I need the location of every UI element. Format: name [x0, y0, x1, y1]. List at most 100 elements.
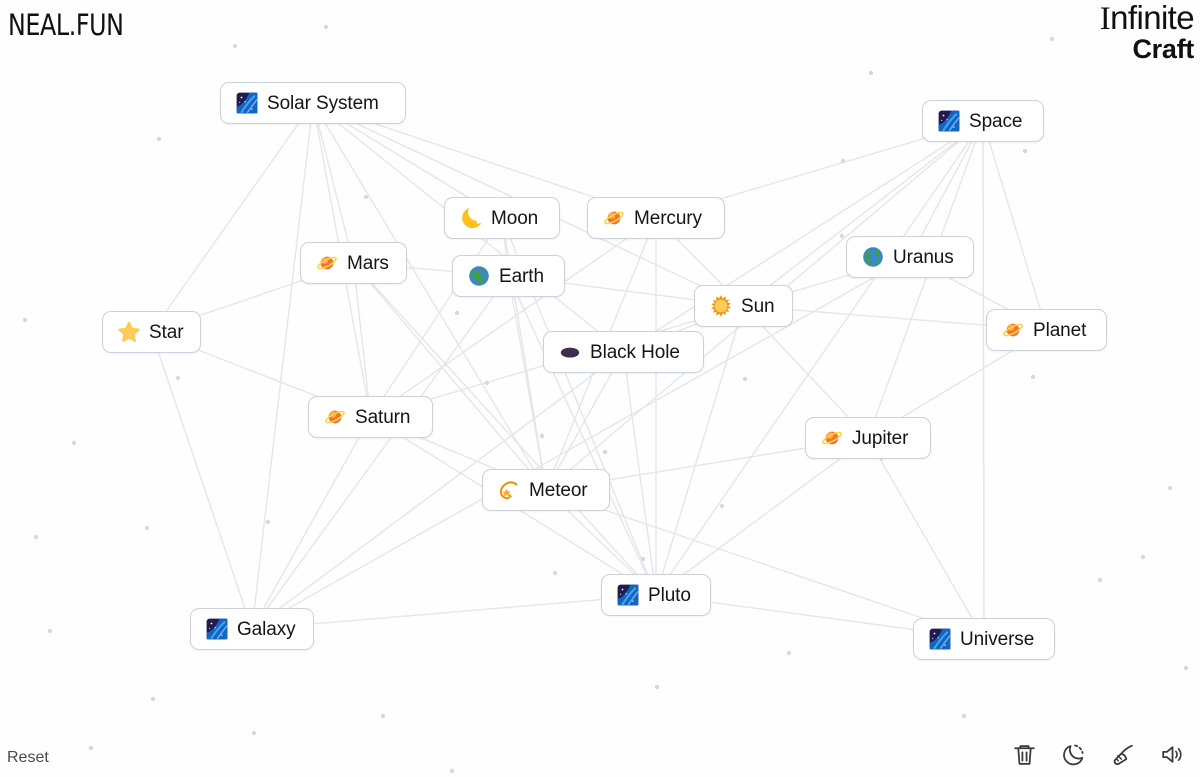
node-pluto[interactable]: Pluto — [601, 574, 711, 616]
trash-icon[interactable] — [1009, 739, 1039, 769]
node-galaxy[interactable]: Galaxy — [190, 608, 314, 650]
background-dot — [552, 570, 558, 576]
infinite-craft-board[interactable]: NEAL.FUN Infinite Craft Solar System Spa… — [0, 0, 1200, 777]
ringed-planet-icon — [325, 410, 345, 424]
background-dot — [840, 158, 846, 164]
link-line — [150, 102, 314, 333]
background-dot — [323, 24, 329, 30]
background-dot — [719, 503, 725, 509]
link-line — [370, 217, 657, 418]
globe-africa-icon — [469, 266, 489, 286]
node-label: Solar System — [267, 92, 379, 114]
globe-americas-icon — [863, 247, 883, 267]
infinite-craft-logo: Infinite Craft — [1099, 0, 1195, 64]
moon-icon[interactable] — [1058, 739, 1088, 769]
background-dot — [265, 519, 271, 525]
background-dot — [33, 534, 39, 540]
background-dot — [602, 449, 608, 455]
node-label: Mercury — [634, 207, 702, 229]
link-line — [545, 489, 985, 640]
link-line — [251, 102, 314, 630]
node-mars[interactable]: Mars — [300, 242, 407, 284]
sun-icon — [711, 295, 731, 317]
background-dot — [1030, 374, 1036, 380]
node-saturn[interactable]: Saturn — [308, 396, 433, 438]
background-dot — [232, 43, 238, 49]
link-line — [867, 120, 984, 439]
node-earth[interactable]: Earth — [452, 255, 565, 297]
node-label: Earth — [499, 265, 544, 287]
background-dot — [961, 713, 967, 719]
node-label: Meteor — [529, 479, 588, 501]
node-mercury[interactable]: Mercury — [587, 197, 725, 239]
background-dot — [22, 317, 28, 323]
hole-icon — [560, 347, 580, 358]
background-dot — [1167, 485, 1173, 491]
node-label: Space — [969, 110, 1023, 132]
background-dot — [1049, 36, 1055, 42]
background-dot — [71, 440, 77, 446]
ringed-planet-icon — [822, 431, 842, 445]
node-planet[interactable]: Planet — [986, 309, 1107, 351]
background-dot — [484, 380, 490, 386]
background-dot — [742, 376, 748, 382]
reset-button[interactable]: Reset — [7, 749, 49, 767]
background-dot — [786, 650, 792, 656]
logo-line-infinite: Infinite — [1099, 0, 1195, 37]
link-line — [982, 120, 985, 640]
node-label: Sun — [741, 295, 775, 317]
node-label: Galaxy — [237, 618, 296, 640]
logo-line-craft: Craft — [1132, 33, 1194, 64]
node-universe[interactable]: Universe — [913, 618, 1055, 660]
ringed-planet-icon — [317, 256, 337, 270]
board-toolbar — [1009, 739, 1186, 769]
node-meteor[interactable]: Meteor — [482, 469, 610, 511]
node-label: Pluto — [648, 584, 691, 606]
milky-way-icon — [938, 110, 960, 132]
link-line — [150, 331, 253, 630]
link-line — [982, 120, 985, 640]
background-dot — [539, 433, 545, 439]
link-line — [312, 102, 355, 264]
link-line — [352, 262, 372, 418]
milky-way-icon — [206, 618, 228, 640]
ringed-planet-icon — [1003, 323, 1023, 337]
background-dot — [454, 310, 460, 316]
logo-serif-i: I — [1099, 1, 1111, 37]
speaker-icon[interactable] — [1156, 739, 1186, 769]
crescent-moon-icon — [462, 208, 482, 229]
background-dot — [251, 730, 257, 736]
node-space[interactable]: Space — [922, 100, 1044, 142]
background-dot — [380, 713, 386, 719]
link-line — [982, 120, 1048, 331]
background-dot — [839, 233, 845, 239]
link-line — [655, 437, 869, 596]
background-dot — [640, 556, 646, 562]
node-black-hole[interactable]: Black Hole — [543, 331, 704, 373]
background-dot — [363, 194, 369, 200]
link-line — [352, 262, 547, 491]
milky-way-icon — [929, 628, 951, 650]
node-moon[interactable]: Moon — [444, 197, 560, 239]
background-dot — [868, 70, 874, 76]
link-line — [251, 416, 372, 630]
background-dot — [1140, 554, 1146, 560]
node-star[interactable]: Star — [102, 311, 201, 353]
node-uranus[interactable]: Uranus — [846, 236, 974, 278]
broom-icon[interactable] — [1107, 739, 1137, 769]
link-line — [743, 120, 984, 307]
dizzy-icon — [499, 481, 518, 500]
link-line — [507, 275, 657, 596]
node-sun[interactable]: Sun — [694, 285, 793, 327]
node-label: Mars — [347, 252, 389, 274]
logo-infinite-rest: nfinite — [1110, 0, 1194, 36]
node-label: Planet — [1033, 319, 1087, 341]
node-label: Universe — [960, 628, 1035, 650]
link-line — [507, 275, 547, 491]
node-label: Star — [149, 321, 184, 343]
neal-fun-logo[interactable]: NEAL.FUN — [8, 8, 124, 42]
link-line — [867, 437, 985, 640]
node-solar-system[interactable]: Solar System — [220, 82, 406, 124]
node-jupiter[interactable]: Jupiter — [805, 417, 931, 459]
node-label: Black Hole — [590, 341, 680, 363]
